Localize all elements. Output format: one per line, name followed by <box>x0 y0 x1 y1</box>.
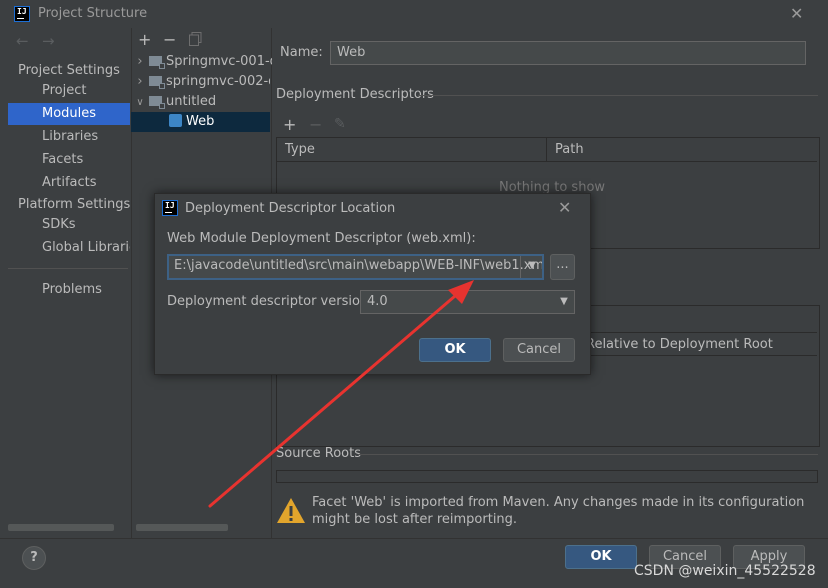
module-folder-icon <box>149 96 165 109</box>
maven-warning-text: Facet 'Web' is imported from Maven. Any … <box>312 495 805 527</box>
descriptor-path-value: E:\javacode\untitled\src\main\webapp\WEB… <box>174 258 544 273</box>
module-folder-icon <box>149 56 165 69</box>
tree-item-springmvc-002[interactable]: › springmvc-002-da <box>131 72 270 92</box>
source-roots-title: Source Roots <box>276 446 362 461</box>
warning-icon <box>277 498 305 523</box>
project-settings-heading: Project Settings <box>18 63 120 78</box>
forward-arrow-icon[interactable]: → <box>42 32 55 50</box>
version-label: Deployment descriptor version <box>167 294 369 309</box>
version-select[interactable]: 4.0 <box>360 290 575 314</box>
intellij-logo-icon: IJ <box>162 200 178 216</box>
column-header-type[interactable]: Type <box>277 138 547 162</box>
window-title: Project Structure <box>38 6 148 21</box>
source-roots-list <box>276 470 818 483</box>
module-tree-scrollbar[interactable] <box>136 524 228 531</box>
name-label: Name: <box>280 45 323 60</box>
sidebar-scrollbar[interactable] <box>8 524 114 531</box>
sidebar-item-problems[interactable]: Problems <box>8 279 130 301</box>
copy-module-icon[interactable] <box>189 32 202 49</box>
chevron-down-icon[interactable]: ∨ <box>131 93 149 113</box>
dialog-cancel-button[interactable]: Cancel <box>503 338 575 362</box>
sidebar-item-modules[interactable]: Modules <box>8 103 130 125</box>
sidebar-item-facets[interactable]: Facets <box>8 149 130 171</box>
tree-item-label: Web <box>186 114 215 129</box>
tree-item-springmvc-001[interactable]: › Springmvc-001-d <box>131 52 278 72</box>
back-arrow-icon[interactable]: ← <box>16 32 29 50</box>
dialog-ok-button[interactable]: OK <box>419 338 491 362</box>
intellij-logo-icon: IJ <box>14 6 30 22</box>
tree-item-untitled[interactable]: ∨ untitled <box>131 92 270 112</box>
sidebar-item-artifacts[interactable]: Artifacts <box>8 172 130 194</box>
browse-button[interactable]: ... <box>550 254 575 280</box>
column-header-path[interactable]: Path <box>547 138 817 162</box>
remove-descriptor-icon[interactable]: − <box>309 117 322 133</box>
edit-pencil-icon[interactable]: ✎ <box>334 116 346 132</box>
watermark-text: CSDN @weixin_45522528 <box>634 563 816 579</box>
group-divider <box>358 454 818 455</box>
version-value: 4.0 <box>367 294 388 309</box>
descriptor-path-label: Web Module Deployment Descriptor (web.xm… <box>167 231 476 246</box>
sidebar-item-global-libraries[interactable]: Global Libraries <box>8 237 130 259</box>
tree-item-label: springmvc-002-da <box>166 74 270 89</box>
close-dialog-icon[interactable]: ✕ <box>558 200 571 216</box>
web-facet-icon <box>169 114 182 127</box>
module-folder-icon <box>149 76 165 89</box>
chevron-right-icon[interactable]: › <box>131 72 149 92</box>
sidebar-item-libraries[interactable]: Libraries <box>8 126 130 148</box>
facet-name-input[interactable]: Web <box>330 41 806 65</box>
column-header-relative-path[interactable]: Relative to Deployment Root <box>577 332 817 356</box>
dialog-title: Deployment Descriptor Location <box>185 201 396 216</box>
help-button[interactable]: ? <box>22 546 46 570</box>
sidebar-item-sdks[interactable]: SDKs <box>8 214 130 236</box>
group-divider <box>418 95 818 96</box>
close-window-icon[interactable]: ✕ <box>790 6 803 22</box>
ok-button[interactable]: OK <box>565 545 637 569</box>
tree-item-label: Springmvc-001-d <box>166 54 278 69</box>
chevron-down-icon[interactable]: ▼ <box>521 260 543 271</box>
descriptor-path-combo[interactable]: E:\javacode\untitled\src\main\webapp\WEB… <box>167 254 544 280</box>
add-descriptor-icon[interactable]: + <box>283 117 296 133</box>
tree-item-web-facet[interactable]: Web <box>131 112 270 132</box>
platform-settings-heading: Platform Settings <box>18 197 131 212</box>
sidebar-divider <box>8 268 128 269</box>
remove-module-icon[interactable]: − <box>163 32 176 48</box>
tree-item-label: untitled <box>166 94 217 109</box>
chevron-down-icon[interactable]: ▼ <box>553 296 575 307</box>
sidebar-item-project[interactable]: Project <box>8 80 130 102</box>
add-module-icon[interactable]: + <box>138 32 151 48</box>
chevron-right-icon[interactable]: › <box>131 52 149 72</box>
deployment-descriptors-title: Deployment Descriptors <box>276 87 434 102</box>
project-structure-window: IJ Project Structure ✕ ← → Project Setti… <box>0 0 828 588</box>
